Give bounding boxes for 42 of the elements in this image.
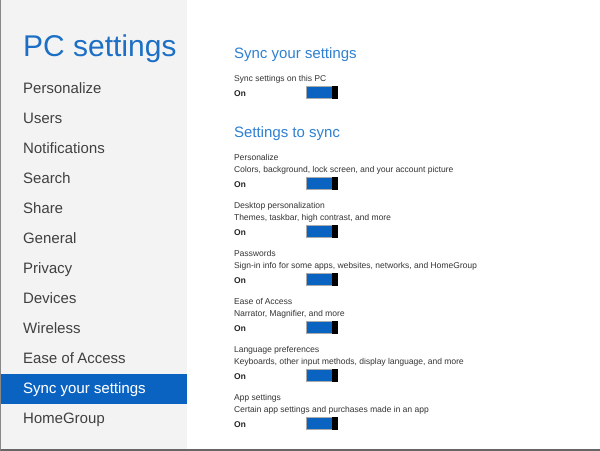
toggle-switch[interactable] — [306, 369, 338, 382]
toggle-state-text: On — [234, 274, 247, 284]
setting-label: Language preferences — [234, 343, 320, 355]
sidebar-item[interactable]: Sync your settings — [1, 374, 187, 404]
toggle-state-text: On — [234, 178, 247, 188]
sidebar-item[interactable]: Ease of Access — [1, 344, 187, 374]
setting-label: Desktop personalization — [234, 199, 326, 211]
toggle-state-text: On — [234, 418, 247, 428]
sidebar-item[interactable]: Notifications — [1, 134, 187, 164]
setting-label: App settings — [234, 391, 282, 403]
page-title: PC settings — [23, 30, 178, 64]
setting-description: Keyboards, other input methods, display language, and more — [234, 355, 465, 367]
setting-description: Narrator, Magnifier, and more — [234, 307, 346, 319]
toggle-switch[interactable] — [306, 273, 338, 286]
setting-label: Sync settings on this PC — [234, 72, 328, 84]
toggle-state-text: On — [234, 322, 247, 332]
setting-label: Ease of Access — [234, 295, 294, 307]
toggle-switch[interactable] — [306, 177, 338, 190]
setting-label: Passwords — [234, 247, 277, 259]
sidebar-item[interactable]: Privacy — [1, 254, 187, 284]
sidebar-item[interactable]: Users — [1, 104, 187, 134]
toggle-state-text: On — [234, 226, 247, 236]
sidebar-item[interactable]: Devices — [1, 284, 187, 314]
sidebar-item[interactable]: Share — [1, 194, 187, 224]
setting-description: Sign-in info for some apps, websites, networks, and HomeGroup — [234, 259, 478, 271]
section-heading: Sync your settings — [234, 44, 358, 64]
sidebar-item[interactable]: Personalize — [1, 74, 187, 104]
section-heading: Settings to sync — [234, 123, 341, 143]
setting-description: Themes, taskbar, high contrast, and more — [234, 211, 392, 223]
toggle-switch[interactable] — [306, 321, 338, 334]
toggle-switch[interactable] — [306, 417, 338, 430]
toggle-switch[interactable] — [306, 86, 338, 99]
setting-description: Certain app settings and purchases made in an app — [234, 403, 430, 415]
sidebar-item[interactable]: General — [1, 224, 187, 254]
sidebar-item[interactable]: Wireless — [1, 314, 187, 344]
toggle-switch[interactable] — [306, 225, 338, 238]
setting-label: Personalize — [234, 151, 280, 163]
setting-description: Colors, background, lock screen, and your account picture — [234, 163, 454, 175]
toggle-state-text: On — [234, 370, 247, 380]
toggle-state-text: On — [234, 88, 247, 98]
sidebar-item[interactable]: HomeGroup — [1, 404, 187, 434]
sidebar-item[interactable]: Search — [1, 164, 187, 194]
